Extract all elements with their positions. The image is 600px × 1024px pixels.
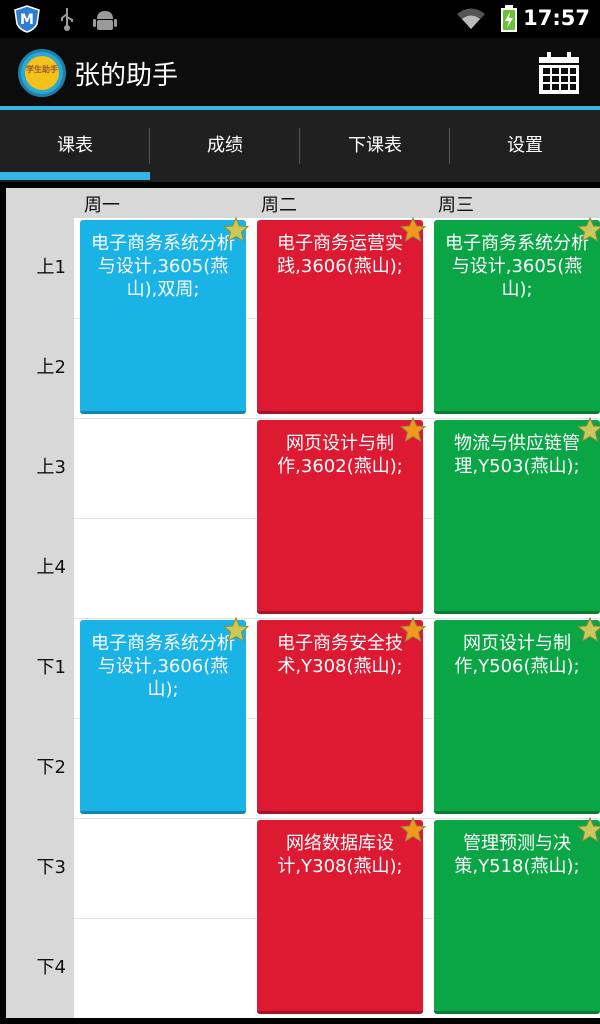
period-label: 上3: [36, 457, 66, 478]
course-card[interactable]: 电子商务运营实践,3606(燕山);: [257, 216, 427, 414]
course-card[interactable]: 电子商务系统分析与设计,3605(燕山),双周;: [80, 216, 250, 414]
day-header: 周二: [261, 195, 297, 216]
usb-icon: [61, 8, 73, 31]
course-text: 电子商务安全技术,Y308(燕山);: [277, 633, 403, 677]
timetable: 周一 周二 周三 上1 上2 上3 上4 下1 下2 下3 下4 电子商务系统分…: [6, 188, 600, 1018]
star-icon[interactable]: [399, 816, 427, 844]
star-icon[interactable]: [576, 216, 600, 244]
star-icon[interactable]: [399, 216, 427, 244]
tab-settings[interactable]: 设置: [450, 110, 600, 182]
star-icon[interactable]: [576, 616, 600, 644]
course-text: 物流与供应链管理,Y503(燕山);: [454, 433, 580, 477]
star-icon[interactable]: [222, 216, 250, 244]
status-bar: M 17:57: [0, 0, 600, 38]
period-label: 上2: [36, 357, 66, 378]
course-card[interactable]: 网页设计与制作,Y506(燕山);: [434, 616, 600, 814]
tab-next-timetable[interactable]: 下课表: [300, 110, 450, 182]
course-text: 电子商务系统分析与设计,3606(燕山);: [91, 633, 235, 700]
course-text: 电子商务系统分析与设计,3605(燕山);: [445, 233, 589, 300]
period-label: 上4: [36, 557, 66, 578]
app-logo[interactable]: 学生助手: [18, 49, 66, 97]
star-icon[interactable]: [576, 816, 600, 844]
tab-indicator: [0, 172, 150, 180]
period-label: 下2: [36, 757, 66, 778]
app-title: 张的助手: [74, 61, 179, 91]
period-label: 下4: [36, 957, 66, 978]
action-bar: 学生助手 张的助手: [0, 38, 600, 106]
period-column: 上1 上2 上3 上4 下1 下2 下3 下4: [6, 218, 74, 1018]
star-icon[interactable]: [576, 416, 600, 444]
star-icon[interactable]: [222, 616, 250, 644]
logo-text: 学生助手: [26, 65, 58, 74]
period-label: 下1: [36, 657, 66, 678]
course-text: 电子商务系统分析与设计,3605(燕山),双周;: [91, 233, 235, 300]
day-header: 周一: [84, 195, 120, 216]
star-icon[interactable]: [399, 416, 427, 444]
course-card[interactable]: 物流与供应链管理,Y503(燕山);: [434, 416, 600, 614]
course-text: 管理预测与决策,Y518(燕山);: [454, 833, 580, 877]
grid-line: [74, 818, 600, 819]
course-text: 电子商务运营实践,3606(燕山);: [277, 233, 403, 277]
star-icon[interactable]: [399, 616, 427, 644]
android-debug-icon: [93, 11, 117, 30]
day-header-row: 周一 周二 周三: [6, 188, 600, 218]
day-header: 周三: [438, 195, 474, 216]
course-card[interactable]: 电子商务系统分析与设计,3605(燕山);: [434, 216, 600, 414]
m-shield-icon: M: [14, 5, 40, 33]
tab-grades[interactable]: 成绩: [150, 110, 300, 182]
period-label: 上1: [36, 257, 66, 278]
calendar-icon[interactable]: [538, 51, 580, 95]
wifi-icon: [457, 8, 485, 29]
course-card[interactable]: 管理预测与决策,Y518(燕山);: [434, 816, 600, 1014]
course-card[interactable]: 网页设计与制作,3602(燕山);: [257, 416, 427, 614]
course-card[interactable]: 电子商务系统分析与设计,3606(燕山);: [80, 616, 250, 814]
period-label: 下3: [36, 857, 66, 878]
svg-text:M: M: [20, 12, 34, 28]
course-card[interactable]: 网络数据库设计,Y308(燕山);: [257, 816, 427, 1014]
grid-line: [74, 418, 600, 419]
course-text: 网络数据库设计,Y308(燕山);: [277, 833, 403, 877]
battery-charging-icon: [501, 5, 517, 32]
course-text: 网页设计与制作,Y506(燕山);: [454, 633, 580, 677]
grid-line: [74, 618, 600, 619]
clock: 17:57: [523, 6, 590, 30]
course-text: 网页设计与制作,3602(燕山);: [277, 433, 403, 477]
course-card[interactable]: 电子商务安全技术,Y308(燕山);: [257, 616, 427, 814]
